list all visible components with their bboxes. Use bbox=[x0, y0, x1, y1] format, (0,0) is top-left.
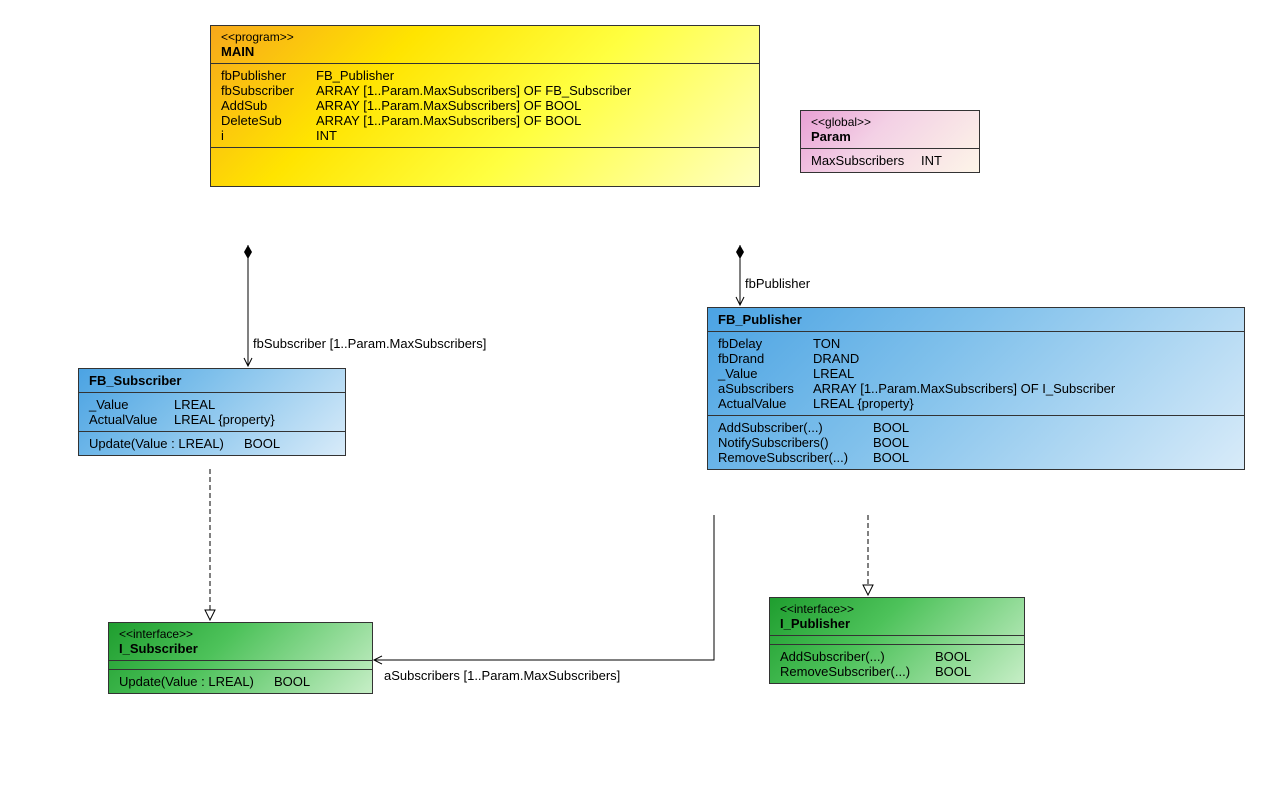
attr-type: ARRAY [1..Param.MaxSubscribers] OF BOOL bbox=[316, 113, 581, 128]
class-name: Param bbox=[811, 129, 969, 144]
class-fb-subscriber: FB_Subscriber _ValueLREAL ActualValueLRE… bbox=[78, 368, 346, 456]
class-name: I_Publisher bbox=[780, 616, 1014, 631]
methods: Update(Value : LREAL)BOOL bbox=[79, 432, 345, 455]
class-header: <<global>> Param bbox=[801, 111, 979, 149]
attributes bbox=[770, 636, 1024, 645]
attributes: MaxSubscribersINT bbox=[801, 149, 979, 172]
attr-type: FB_Publisher bbox=[316, 68, 394, 83]
attr-name: _Value bbox=[89, 397, 174, 412]
attr-name: fbPublisher bbox=[221, 68, 316, 83]
attr-row: fbSubscriberARRAY [1..Param.MaxSubscribe… bbox=[221, 83, 749, 98]
class-header: <<interface>> I_Publisher bbox=[770, 598, 1024, 636]
attr-type: LREAL {property} bbox=[174, 412, 275, 427]
attr-type: ARRAY [1..Param.MaxSubscribers] OF FB_Su… bbox=[316, 83, 631, 98]
attr-type: ARRAY [1..Param.MaxSubscribers] OF I_Sub… bbox=[813, 381, 1115, 396]
method-row: Update(Value : LREAL)BOOL bbox=[119, 674, 362, 689]
method-row: AddSubscriber(...)BOOL bbox=[780, 649, 1014, 664]
label-asubscribers: aSubscribers [1..Param.MaxSubscribers] bbox=[384, 668, 620, 683]
attr-type: LREAL bbox=[174, 397, 215, 412]
method-name: Update(Value : LREAL) bbox=[119, 674, 274, 689]
methods: AddSubscriber(...)BOOL RemoveSubscriber(… bbox=[770, 645, 1024, 683]
class-name: I_Subscriber bbox=[119, 641, 362, 656]
method-ret: BOOL bbox=[244, 436, 280, 451]
attr-row: _ValueLREAL bbox=[89, 397, 335, 412]
attr-name: ActualValue bbox=[718, 396, 813, 411]
method-ret: BOOL bbox=[873, 450, 909, 465]
diagram-canvas: <<program>> MAIN fbPublisherFB_Publisher… bbox=[0, 0, 1274, 785]
method-name: NotifySubscribers() bbox=[718, 435, 873, 450]
attr-row: iINT bbox=[221, 128, 749, 143]
label-fbsubscriber: fbSubscriber [1..Param.MaxSubscribers] bbox=[253, 336, 486, 351]
attr-name: aSubscribers bbox=[718, 381, 813, 396]
method-row: RemoveSubscriber(...)BOOL bbox=[718, 450, 1234, 465]
class-name: MAIN bbox=[221, 44, 749, 59]
attr-row: fbDelayTON bbox=[718, 336, 1234, 351]
class-param: <<global>> Param MaxSubscribersINT bbox=[800, 110, 980, 173]
attr-name: AddSub bbox=[221, 98, 316, 113]
attr-name: MaxSubscribers bbox=[811, 153, 921, 168]
method-name: RemoveSubscriber(...) bbox=[718, 450, 873, 465]
attr-name: DeleteSub bbox=[221, 113, 316, 128]
methods: AddSubscriber(...)BOOL NotifySubscribers… bbox=[708, 416, 1244, 469]
label-fbpublisher: fbPublisher bbox=[745, 276, 810, 291]
class-header: FB_Publisher bbox=[708, 308, 1244, 332]
attr-row: ActualValueLREAL {property} bbox=[89, 412, 335, 427]
method-ret: BOOL bbox=[274, 674, 310, 689]
attr-name: ActualValue bbox=[89, 412, 174, 427]
attr-row: DeleteSubARRAY [1..Param.MaxSubscribers]… bbox=[221, 113, 749, 128]
class-header: <<interface>> I_Subscriber bbox=[109, 623, 372, 661]
attr-type: DRAND bbox=[813, 351, 859, 366]
attr-row: fbDrandDRAND bbox=[718, 351, 1234, 366]
attributes: _ValueLREAL ActualValueLREAL {property} bbox=[79, 393, 345, 432]
class-name: FB_Publisher bbox=[718, 312, 1234, 327]
attr-name: fbDelay bbox=[718, 336, 813, 351]
attr-row: AddSubARRAY [1..Param.MaxSubscribers] OF… bbox=[221, 98, 749, 113]
methods: Update(Value : LREAL)BOOL bbox=[109, 670, 372, 693]
stereotype: <<global>> bbox=[811, 115, 969, 129]
stereotype: <<interface>> bbox=[780, 602, 1014, 616]
attr-type: INT bbox=[316, 128, 337, 143]
class-i-subscriber: <<interface>> I_Subscriber Update(Value … bbox=[108, 622, 373, 694]
class-name: FB_Subscriber bbox=[89, 373, 335, 388]
attr-type: TON bbox=[813, 336, 840, 351]
attributes: fbDelayTON fbDrandDRAND _ValueLREAL aSub… bbox=[708, 332, 1244, 416]
method-name: AddSubscriber(...) bbox=[718, 420, 873, 435]
class-fb-publisher: FB_Publisher fbDelayTON fbDrandDRAND _Va… bbox=[707, 307, 1245, 470]
method-ret: BOOL bbox=[935, 664, 971, 679]
method-name: AddSubscriber(...) bbox=[780, 649, 935, 664]
attr-type: ARRAY [1..Param.MaxSubscribers] OF BOOL bbox=[316, 98, 581, 113]
attr-name: fbDrand bbox=[718, 351, 813, 366]
class-header: <<program>> MAIN bbox=[211, 26, 759, 64]
method-row: Update(Value : LREAL)BOOL bbox=[89, 436, 335, 451]
attr-type: LREAL bbox=[813, 366, 854, 381]
stereotype: <<program>> bbox=[221, 30, 749, 44]
method-ret: BOOL bbox=[935, 649, 971, 664]
method-row: RemoveSubscriber(...)BOOL bbox=[780, 664, 1014, 679]
method-ret: BOOL bbox=[873, 435, 909, 450]
attr-name: i bbox=[221, 128, 316, 143]
class-i-publisher: <<interface>> I_Publisher AddSubscriber(… bbox=[769, 597, 1025, 684]
method-name: Update(Value : LREAL) bbox=[89, 436, 244, 451]
class-header: FB_Subscriber bbox=[79, 369, 345, 393]
attr-name: fbSubscriber bbox=[221, 83, 316, 98]
attr-type: INT bbox=[921, 153, 942, 168]
method-ret: BOOL bbox=[873, 420, 909, 435]
stereotype: <<interface>> bbox=[119, 627, 362, 641]
attr-name: _Value bbox=[718, 366, 813, 381]
attr-row: ActualValueLREAL {property} bbox=[718, 396, 1234, 411]
class-main: <<program>> MAIN fbPublisherFB_Publisher… bbox=[210, 25, 760, 187]
attributes bbox=[109, 661, 372, 670]
attr-row: fbPublisherFB_Publisher bbox=[221, 68, 749, 83]
methods bbox=[211, 148, 759, 186]
attr-type: LREAL {property} bbox=[813, 396, 914, 411]
attr-row: MaxSubscribersINT bbox=[811, 153, 969, 168]
method-row: NotifySubscribers()BOOL bbox=[718, 435, 1234, 450]
attributes: fbPublisherFB_Publisher fbSubscriberARRA… bbox=[211, 64, 759, 148]
method-row: AddSubscriber(...)BOOL bbox=[718, 420, 1234, 435]
attr-row: aSubscribersARRAY [1..Param.MaxSubscribe… bbox=[718, 381, 1234, 396]
attr-row: _ValueLREAL bbox=[718, 366, 1234, 381]
method-name: RemoveSubscriber(...) bbox=[780, 664, 935, 679]
